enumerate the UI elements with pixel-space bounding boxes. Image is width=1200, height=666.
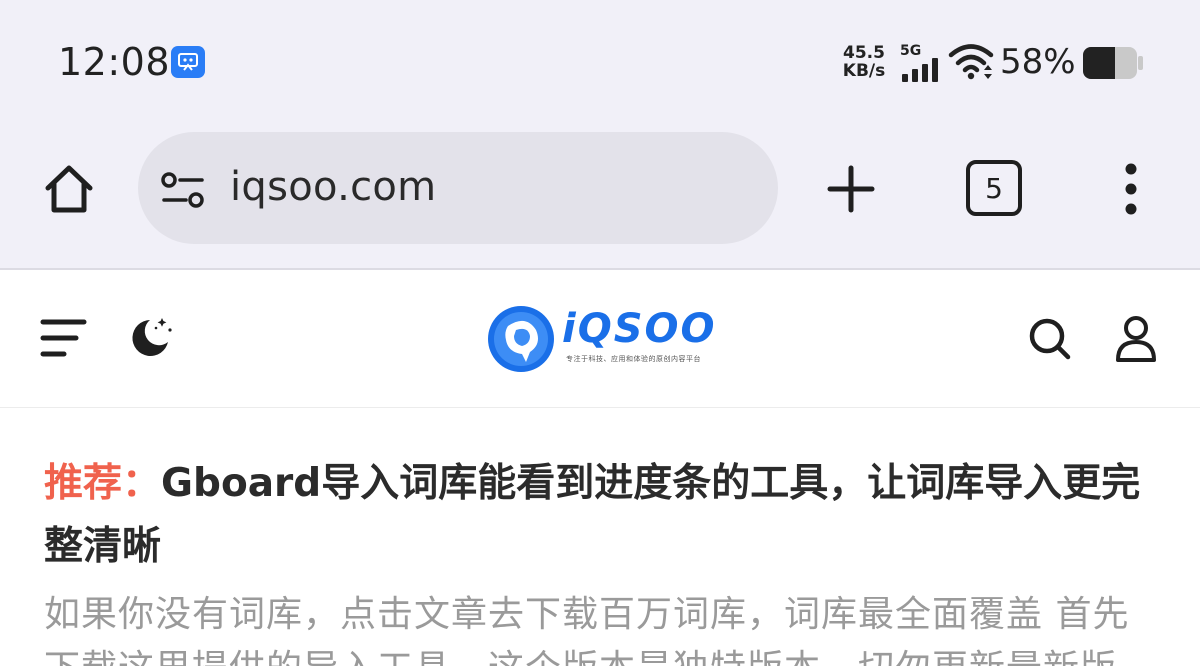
site-header: iQSOO 专注于科技、应用和体验的原创内容平台 (0, 270, 1200, 408)
screen-capture-icon (171, 46, 205, 78)
site-logo[interactable]: iQSOO 专注于科技、应用和体验的原创内容平台 (486, 304, 716, 376)
network-speed-unit: KB/s (842, 61, 886, 81)
browser-toolbar: iqsoo.com 5 (0, 120, 1200, 268)
more-menu-button[interactable] (1108, 160, 1154, 218)
search-icon[interactable] (1026, 316, 1074, 362)
status-time: 12:08 (58, 40, 171, 84)
more-vert-icon (1125, 163, 1137, 215)
dark-mode-icon[interactable] (126, 314, 174, 362)
network-speed: 45.5 KB/s (838, 44, 890, 80)
cell-signal-icon (902, 58, 938, 82)
article-title[interactable]: 推荐：Gboard导入词库能看到进度条的工具，让词库导入更完整清晰 (44, 452, 1164, 578)
battery-percent: 58% (1000, 42, 1076, 82)
recommend-label: 推荐： (44, 461, 162, 506)
article-preview[interactable]: 推荐：Gboard导入词库能看到进度条的工具，让词库导入更完整清晰 如果你没有词… (44, 452, 1164, 666)
home-button[interactable] (40, 160, 98, 218)
home-icon (45, 165, 93, 213)
menu-icon[interactable] (40, 316, 90, 360)
address-bar[interactable]: iqsoo.com (138, 132, 778, 244)
wifi-icon (948, 44, 994, 80)
status-bar: 12:08 45.5 KB/s 5G 58% (0, 0, 1200, 120)
logo-mark-icon (488, 306, 554, 372)
logo-text: iQSOO (562, 306, 717, 352)
network-speed-value: 45.5 (843, 43, 885, 63)
article-title-text[interactable]: Gboard导入词库能看到进度条的工具，让词库导入更完整清晰 (44, 461, 1140, 569)
tab-switcher-button[interactable]: 5 (966, 160, 1022, 216)
new-tab-button[interactable] (822, 160, 880, 218)
tune-icon[interactable] (160, 170, 206, 210)
user-icon[interactable] (1112, 314, 1160, 364)
network-type: 5G (900, 43, 922, 59)
url-text[interactable]: iqsoo.com (230, 164, 436, 210)
battery-icon (1083, 47, 1143, 79)
article-excerpt: 如果你没有词库，点击文章去下载百万词库，词库最全面覆盖 首先下载这里提供的导入工… (44, 594, 1130, 666)
plus-icon (827, 165, 875, 213)
logo-tagline: 专注于科技、应用和体验的原创内容平台 (566, 355, 701, 363)
browser-chrome: 12:08 45.5 KB/s 5G 58% iqsoo.com 5 (0, 0, 1200, 268)
tab-count: 5 (985, 171, 1003, 205)
